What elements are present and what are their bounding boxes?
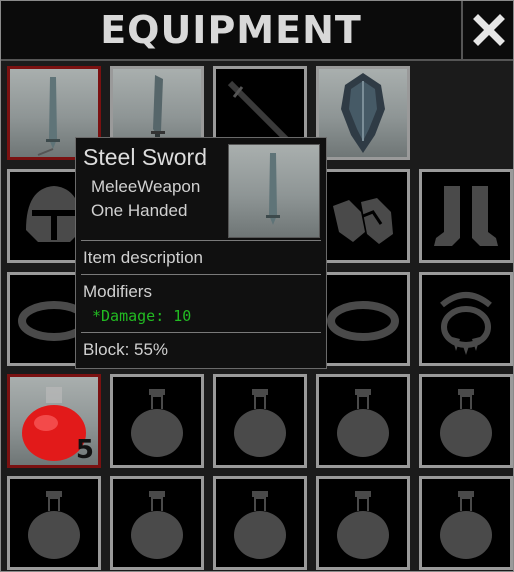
window-header: EQUIPMENT — [1, 1, 513, 61]
potion-icon — [131, 389, 183, 457]
slot-potion[interactable] — [316, 476, 410, 570]
ornate-shield-icon — [341, 73, 385, 153]
amulet-icon — [440, 292, 492, 355]
slot-health-potion[interactable]: 5 — [7, 374, 101, 468]
potion-count: 5 — [75, 435, 94, 465]
slot-potion[interactable] — [7, 476, 101, 570]
slot-ring-4[interactable] — [316, 272, 410, 366]
tooltip-item-preview — [228, 144, 320, 238]
potion-icon — [337, 491, 389, 559]
potion-icon — [234, 491, 286, 559]
tooltip-divider — [81, 240, 321, 241]
tooltip-modifier-damage: *Damage: 10 — [92, 307, 192, 325]
gloves-icon — [333, 198, 393, 244]
potion-icon — [440, 389, 492, 457]
tooltip-description: Item description — [83, 248, 203, 267]
tooltip-item-handedness: One Handed — [91, 201, 188, 220]
slot-shield[interactable] — [316, 66, 410, 160]
slot-potion[interactable] — [316, 374, 410, 468]
item-tooltip: Steel Sword MeleeWeapon One Handed Item … — [75, 137, 327, 369]
slot-potion[interactable] — [213, 476, 307, 570]
tooltip-block-stat: Block: 55% — [83, 340, 169, 359]
slot-gloves[interactable] — [316, 169, 410, 263]
slot-amulet[interactable] — [419, 272, 513, 366]
potion-icon — [440, 491, 492, 559]
slot-potion[interactable] — [110, 476, 204, 570]
boots-icon — [434, 186, 498, 246]
slot-potion[interactable] — [419, 374, 513, 468]
tooltip-item-name: Steel Sword — [83, 144, 208, 170]
potion-icon — [131, 491, 183, 559]
window-title: EQUIPMENT — [100, 8, 362, 52]
ring-icon — [327, 301, 399, 341]
tooltip-modifiers-heading: Modifiers — [83, 282, 152, 301]
tooltip-divider — [81, 332, 321, 333]
potion-icon — [234, 389, 286, 457]
slot-potion[interactable] — [213, 374, 307, 468]
slot-boots[interactable] — [419, 169, 513, 263]
tooltip-item-type: MeleeWeapon — [91, 177, 201, 196]
equipment-window: EQUIPMENT 5 Steel Sword MeleeWeapon One … — [0, 0, 514, 572]
tooltip-divider — [81, 274, 321, 275]
potion-icon — [337, 389, 389, 457]
close-button[interactable] — [461, 1, 514, 59]
steel-sword-icon — [266, 153, 280, 225]
potion-icon — [28, 491, 80, 559]
slot-potion[interactable] — [419, 476, 513, 570]
close-icon — [473, 14, 505, 46]
slot-potion[interactable] — [110, 374, 204, 468]
